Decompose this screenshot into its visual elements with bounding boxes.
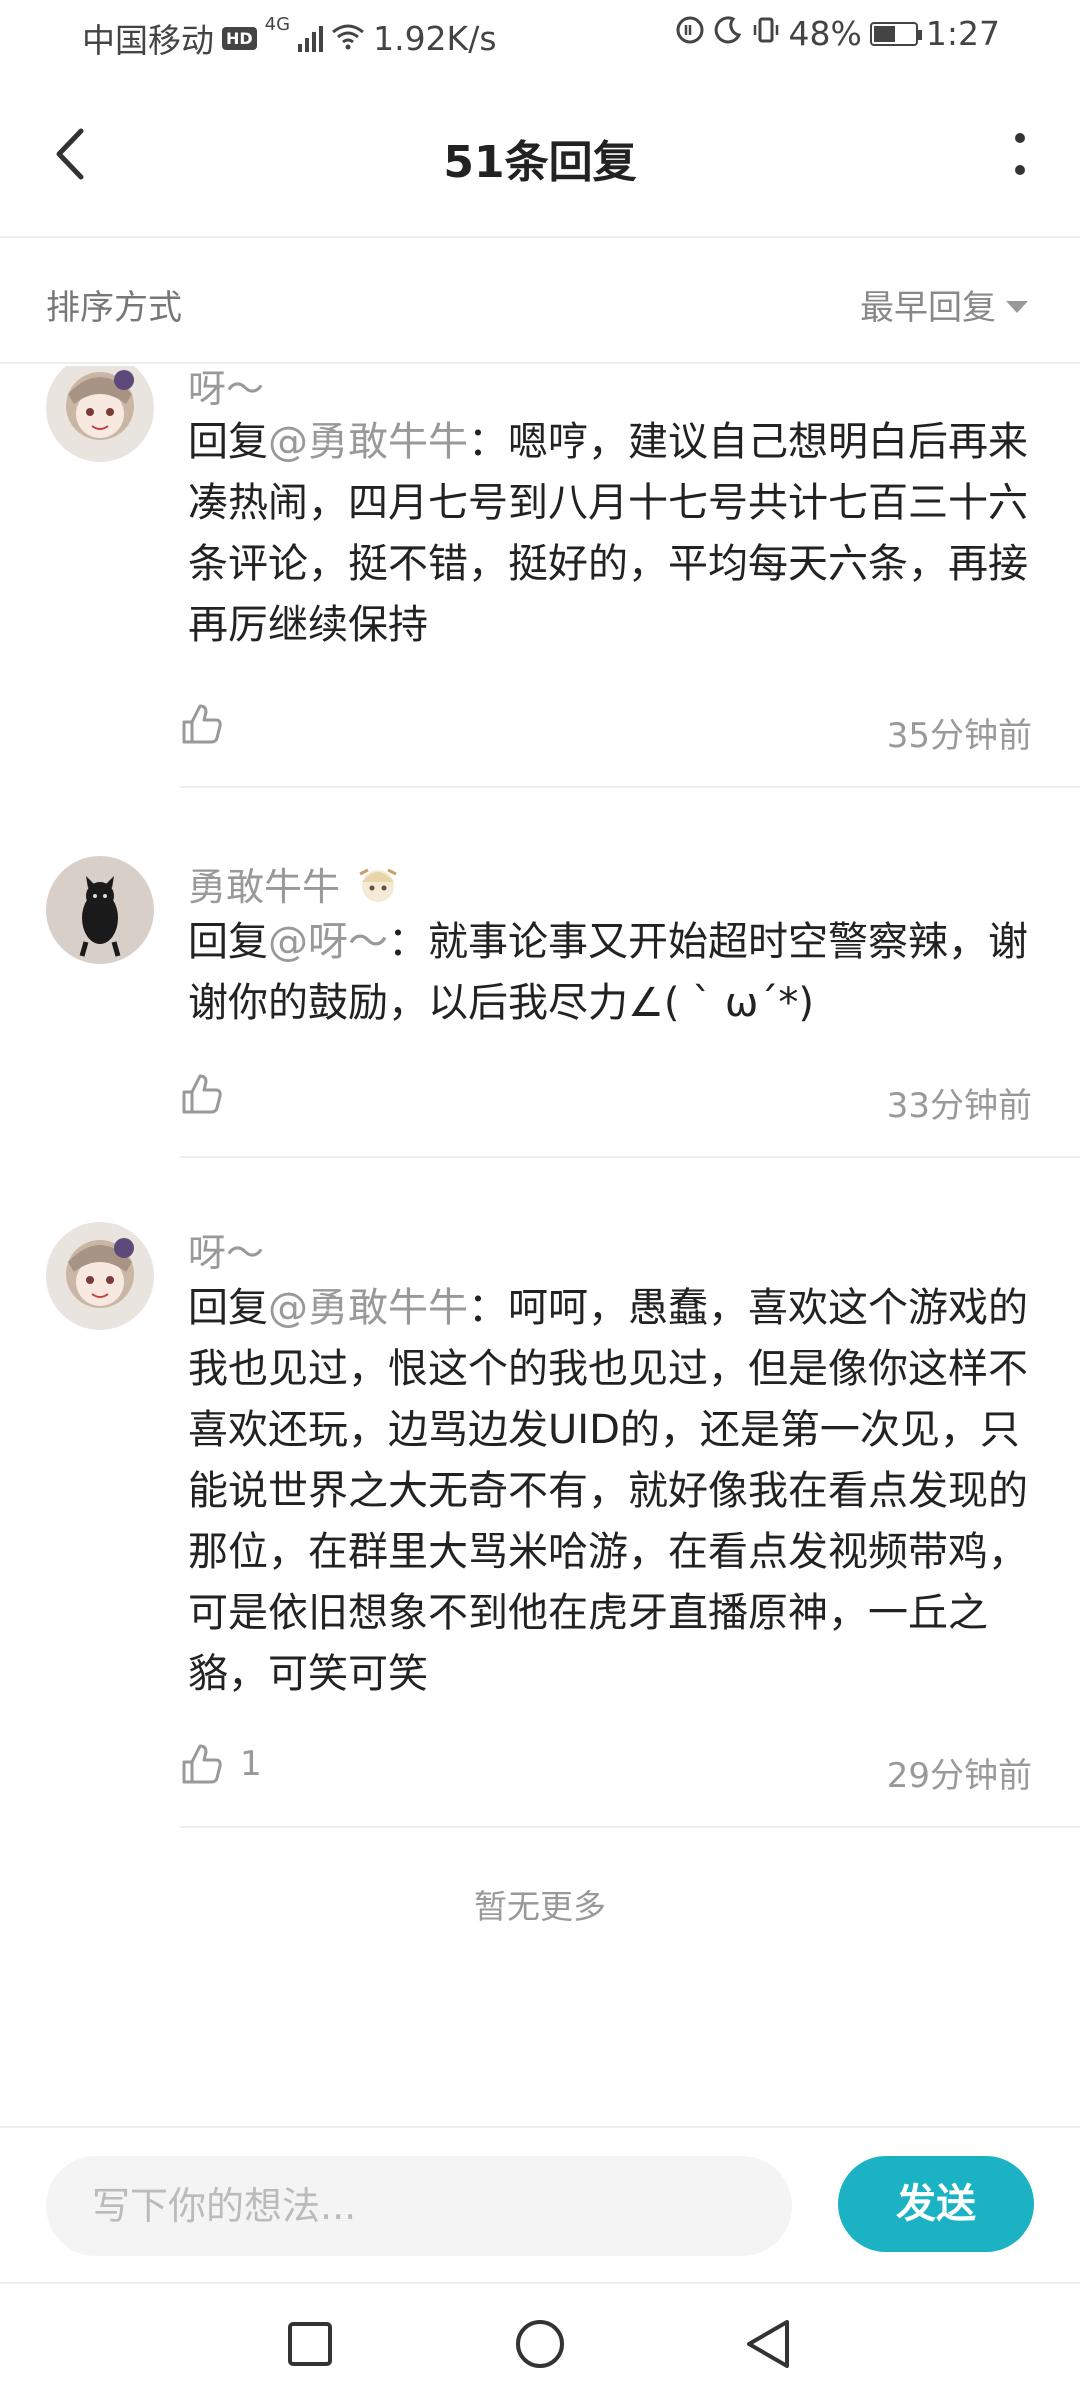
comment-text: 回复@勇敢牛牛：嗯哼，建议自己想明白后再来凑热闹，四月七号到八月十七号共计七百三… <box>188 419 1028 648</box>
comment-input[interactable]: 写下你的想法... <box>46 2156 792 2256</box>
comment-username[interactable]: 呀～ <box>188 366 264 413</box>
thumbs-up-icon <box>182 1744 222 1784</box>
comment-username[interactable]: 勇敢牛牛 <box>188 856 402 911</box>
comment-text: 回复@勇敢牛牛：呵呵，愚蠢，喜欢这个游戏的我也见过，恨这个的我也见过，但是像你这… <box>188 1285 1028 1697</box>
no-more-label: 暂无更多 <box>474 1887 606 1926</box>
avatar[interactable] <box>46 1222 154 1330</box>
comment-text: 回复@呀～：就事论事又开始超时空警察辣，谢谢你的鼓励，以后我尽力∠( ˋ ωˊ*… <box>188 919 1028 1026</box>
divider <box>180 1156 1080 1158</box>
comment-time: 29分钟前 <box>886 1756 1032 1796</box>
reply-list: 呀～ 回复@勇敢牛牛：嗯哼，建议自己想明白后再来凑热闹，四月七号到八月十七号共计… <box>0 366 1080 2126</box>
like-button[interactable]: 1 <box>180 1742 262 1786</box>
sort-bar: 排序方式 最早回复 <box>0 240 1080 364</box>
caret-down-icon <box>1006 300 1028 313</box>
do-not-disturb-icon <box>713 14 743 53</box>
avatar[interactable] <box>46 366 154 462</box>
system-nav-bar <box>0 2282 1080 2400</box>
mention-link[interactable]: @呀～ <box>268 919 388 965</box>
circle-icon <box>516 2320 564 2368</box>
triangle-back-icon <box>747 2320 789 2368</box>
recent-apps-button[interactable] <box>280 2314 340 2374</box>
comment-time: 35分钟前 <box>886 716 1032 756</box>
carrier-name: 中国移动 <box>82 21 214 60</box>
hd-badge: HD <box>222 26 257 50</box>
composer-bar: 写下你的想法... 发送 <box>0 2126 1080 2280</box>
mention-link[interactable]: @勇敢牛牛 <box>268 419 468 465</box>
battery-percent: 48% <box>788 14 862 53</box>
network-type: 4G <box>264 14 291 35</box>
system-back-button[interactable] <box>738 2314 798 2374</box>
battery-icon <box>869 21 922 46</box>
status-left: 中国移动 HD 4G 1.92K/s <box>82 14 497 62</box>
thumbs-up-icon <box>182 704 222 744</box>
more-options-button[interactable] <box>990 124 1050 184</box>
avatar[interactable] <box>46 856 154 964</box>
send-button[interactable]: 发送 <box>838 2156 1034 2252</box>
page-title: 51条回复 <box>443 137 637 188</box>
like-button[interactable] <box>180 702 240 746</box>
user-badge-icon <box>359 868 397 902</box>
home-button[interactable] <box>510 2314 570 2374</box>
square-icon <box>288 2322 332 2366</box>
comment-username[interactable]: 呀～ <box>188 1222 264 1277</box>
sort-label: 排序方式 <box>46 288 182 328</box>
divider <box>180 1826 1080 1828</box>
signal-icon <box>298 24 324 52</box>
network-speed: 1.92K/s <box>373 18 497 58</box>
more-vertical-icon <box>1015 133 1025 175</box>
sort-selected: 最早回复 <box>860 288 996 328</box>
status-bar: 中国移动 HD 4G 1.92K/s 48% 1:27 <box>0 0 1080 72</box>
header: 51条回复 <box>0 72 1080 238</box>
clock: 1:27 <box>925 14 1000 53</box>
wifi-icon <box>331 19 365 58</box>
like-button[interactable] <box>180 1072 240 1116</box>
divider <box>180 786 1080 788</box>
status-right: 48% 1:27 <box>675 14 1000 53</box>
mention-link[interactable]: @勇敢牛牛 <box>268 1285 468 1331</box>
comment-time: 33分钟前 <box>886 1086 1032 1126</box>
vibrate-icon <box>751 14 781 53</box>
thumbs-up-icon <box>182 1074 222 1114</box>
data-saver-icon <box>675 14 705 53</box>
like-count: 1 <box>240 1744 262 1784</box>
sort-dropdown[interactable]: 最早回复 <box>860 280 1028 329</box>
